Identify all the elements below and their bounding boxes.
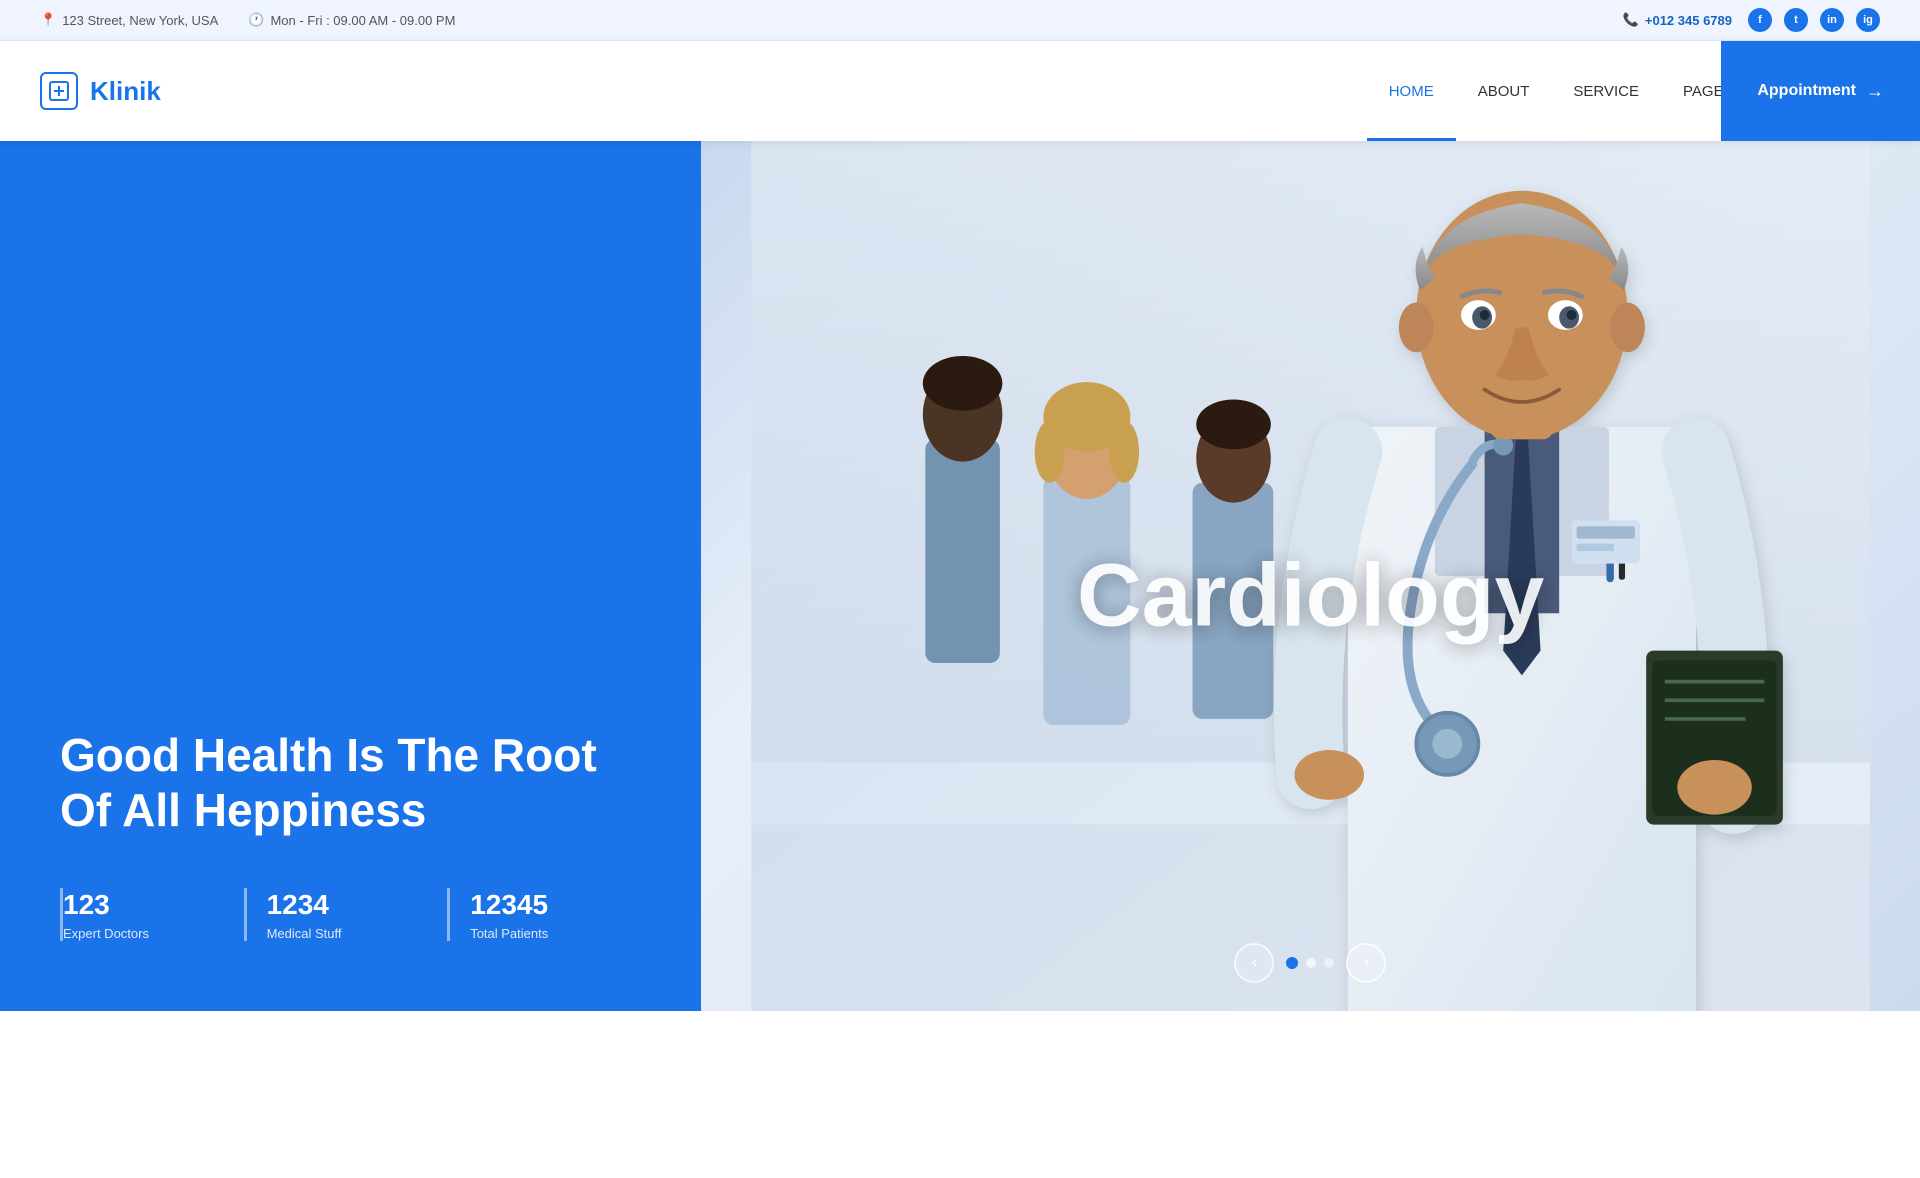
phone-number: +012 345 6789	[1645, 13, 1732, 28]
slider-dot-2[interactable]	[1306, 958, 1316, 968]
svg-text:Cardiology: Cardiology	[1077, 545, 1545, 645]
hero-right-panel: Cardiology ‹ ›	[701, 141, 1920, 1011]
address-info: 📍 123 Street, New York, USA	[40, 12, 218, 28]
hero-section: Good Health Is The Root Of All Heppiness…	[0, 141, 1920, 1011]
slider-dot-1[interactable]	[1286, 957, 1298, 969]
slider-next-button[interactable]: ›	[1346, 943, 1386, 983]
social-icons: f t in ig	[1748, 8, 1880, 32]
address-text: 123 Street, New York, USA	[62, 13, 218, 28]
stat-patients: 12345 Total Patients	[447, 888, 651, 941]
header: Klinik HOME ABOUT SERVICE PAGES ▾ CONTAC…	[0, 41, 1920, 141]
nav-home[interactable]: HOME	[1367, 41, 1456, 141]
doctor-scene: Cardiology	[701, 141, 1920, 1011]
nav-about[interactable]: ABOUT	[1456, 41, 1552, 141]
appointment-label: Appointment	[1757, 82, 1856, 100]
clock-icon: 🕐	[248, 12, 264, 28]
topbar-left: 📍 123 Street, New York, USA 🕐 Mon - Fri …	[40, 12, 455, 28]
stat-doctors: 123 Expert Doctors	[60, 888, 244, 941]
slider-dots	[1286, 957, 1334, 969]
nav-service[interactable]: SERVICE	[1551, 41, 1661, 141]
topbar-right: 📞 +012 345 6789 f t in ig	[1623, 8, 1880, 32]
hours-text: Mon - Fri : 09.00 AM - 09.00 PM	[270, 13, 455, 28]
appointment-arrow: →	[1866, 81, 1884, 102]
hours-info: 🕐 Mon - Fri : 09.00 AM - 09.00 PM	[248, 12, 455, 28]
logo[interactable]: Klinik	[40, 72, 161, 110]
logo-text: Klinik	[90, 76, 161, 107]
stat-staff: 1234 Medical Stuff	[244, 888, 448, 941]
location-icon: 📍	[40, 12, 56, 28]
phone-info: 📞 +012 345 6789	[1623, 12, 1732, 28]
linkedin-icon[interactable]: in	[1820, 8, 1844, 32]
stat-patients-number: 12345	[470, 888, 621, 922]
facebook-icon[interactable]: f	[1748, 8, 1772, 32]
logo-icon	[40, 72, 78, 110]
stat-staff-number: 1234	[267, 888, 418, 922]
topbar: 📍 123 Street, New York, USA 🕐 Mon - Fri …	[0, 0, 1920, 41]
slider-controls: ‹ ›	[1234, 943, 1386, 983]
hero-title: Good Health Is The Root Of All Heppiness	[60, 728, 651, 838]
hero-left-panel: Good Health Is The Root Of All Heppiness…	[0, 141, 701, 1011]
slider-prev-button[interactable]: ‹	[1234, 943, 1274, 983]
twitter-icon[interactable]: t	[1784, 8, 1808, 32]
phone-icon: 📞	[1623, 12, 1639, 28]
hero-stats: 123 Expert Doctors 1234 Medical Stuff 12…	[60, 888, 651, 941]
appointment-button[interactable]: Appointment →	[1721, 41, 1920, 141]
stat-doctors-number: 123	[63, 888, 214, 922]
slider-dot-3[interactable]	[1324, 958, 1334, 968]
instagram-icon[interactable]: ig	[1856, 8, 1880, 32]
stat-doctors-label: Expert Doctors	[63, 926, 214, 941]
stat-patients-label: Total Patients	[470, 926, 621, 941]
stat-staff-label: Medical Stuff	[267, 926, 418, 941]
